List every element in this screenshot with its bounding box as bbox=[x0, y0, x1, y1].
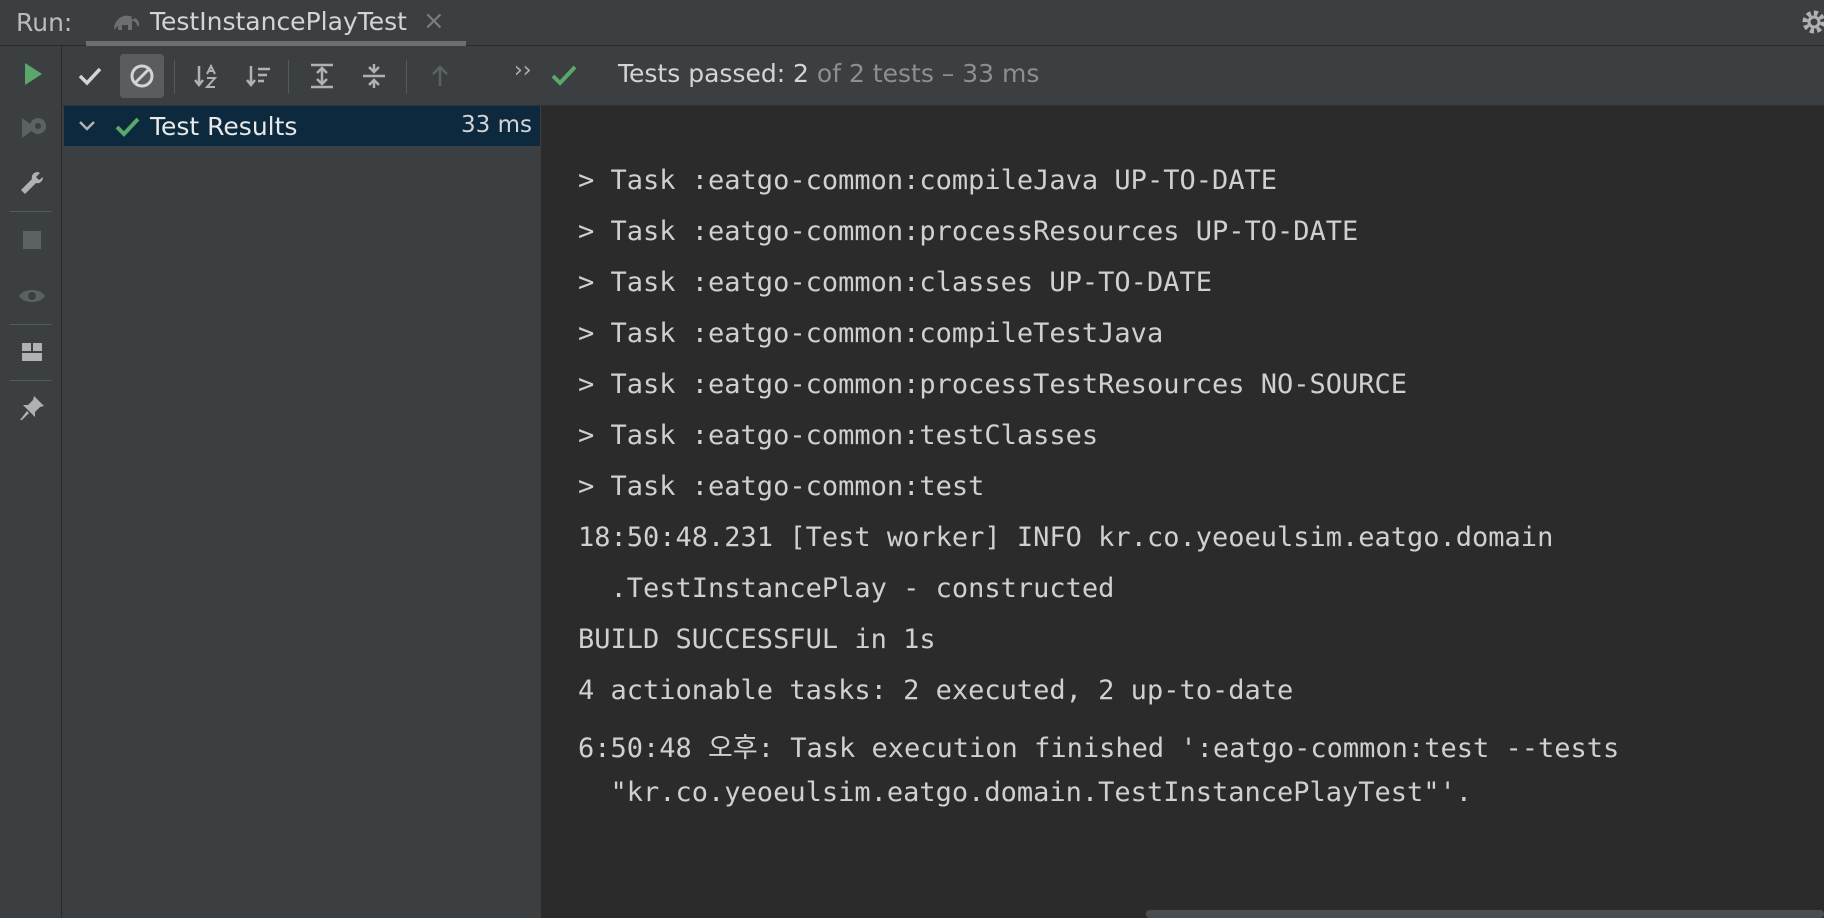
sidebar-separator bbox=[10, 211, 52, 212]
passed-check-icon bbox=[115, 117, 140, 137]
tests-passed-check-icon bbox=[551, 65, 577, 86]
wrench-icon[interactable] bbox=[16, 168, 48, 200]
tree-item-duration: 33 ms bbox=[461, 112, 532, 138]
test-tree-panel bbox=[62, 46, 544, 918]
run-label: Run: bbox=[16, 8, 73, 37]
test-runner-toolbar: ›› Tests passed: 2 of 2 tests – 33 ms bbox=[62, 46, 1824, 106]
run-tab-title: TestInstancePlayTest bbox=[150, 7, 407, 36]
test-status-summary: Tests passed: 2 of 2 tests – 33 ms bbox=[618, 59, 1039, 88]
sort-duration-icon bbox=[246, 66, 270, 88]
console-line: > Task :eatgo-common:processResources UP… bbox=[578, 216, 1359, 247]
console-line: 6:50:48 오후: Task execution finished ':ea… bbox=[578, 733, 1620, 764]
sidebar-separator bbox=[10, 380, 52, 381]
show-ignored-button[interactable] bbox=[120, 54, 164, 98]
console-horizontal-scrollbar[interactable] bbox=[1146, 910, 1824, 918]
console-line: .TestInstancePlay - constructed bbox=[578, 573, 1115, 604]
layout-icon[interactable] bbox=[16, 336, 48, 368]
sidebar-separator bbox=[10, 324, 52, 325]
console-line: > Task :eatgo-common:classes UP-TO-DATE bbox=[578, 267, 1212, 298]
show-passed-button[interactable] bbox=[68, 54, 112, 98]
chevron-down-icon[interactable] bbox=[76, 114, 98, 136]
run-actions-sidebar bbox=[0, 46, 62, 918]
more-actions-icon[interactable]: ›› bbox=[514, 58, 532, 83]
close-tab-icon[interactable]: × bbox=[423, 6, 445, 36]
previous-failed-test-button[interactable] bbox=[418, 54, 462, 98]
arrow-up-icon bbox=[432, 65, 448, 86]
console-line: BUILD SUCCESSFUL in 1s bbox=[578, 624, 936, 655]
toolbar-separator bbox=[288, 60, 289, 94]
expand-all-icon bbox=[311, 63, 333, 89]
collapse-all-button[interactable] bbox=[352, 54, 396, 98]
tests-passed-count: Tests passed: 2 bbox=[618, 59, 809, 88]
toolbar-separator bbox=[406, 60, 407, 94]
tests-total-duration: of 2 tests – 33 ms bbox=[808, 59, 1040, 88]
sort-alpha-icon bbox=[194, 63, 218, 88]
eye-icon[interactable] bbox=[16, 280, 48, 312]
console-line: > Task :eatgo-common:compileTestJava bbox=[578, 318, 1164, 349]
console-line: "kr.co.yeoeulsim.eatgo.domain.TestInstan… bbox=[578, 777, 1473, 808]
console-line: > Task :eatgo-common:compileJava UP-TO-D… bbox=[578, 165, 1277, 196]
console-line: > Task :eatgo-common:testClasses bbox=[578, 420, 1099, 451]
checkmark-icon bbox=[78, 67, 102, 86]
run-tab[interactable]: TestInstancePlayTest × bbox=[86, 0, 466, 46]
gear-icon[interactable] bbox=[1800, 8, 1824, 36]
play-icon[interactable] bbox=[16, 58, 48, 90]
collapse-all-icon bbox=[363, 64, 385, 88]
gradle-elephant-icon bbox=[114, 15, 140, 30]
rerun-failed-icon[interactable] bbox=[16, 112, 48, 144]
console-line: 4 actionable tasks: 2 executed, 2 up-to-… bbox=[578, 675, 1294, 706]
expand-all-button[interactable] bbox=[300, 54, 344, 98]
console-line: > Task :eatgo-common:test bbox=[578, 471, 985, 502]
console-line: > Task :eatgo-common:processTestResource… bbox=[578, 369, 1408, 400]
console-line: 18:50:48.231 [Test worker] INFO kr.co.ye… bbox=[578, 522, 1554, 553]
tree-item-test-results[interactable]: Test Results 33 ms bbox=[64, 106, 540, 146]
console-output[interactable]: > Task :eatgo-common:compileJava UP-TO-D… bbox=[544, 106, 1824, 918]
run-tool-window-header: Run: TestInstancePlayTest × bbox=[0, 0, 1824, 46]
pin-icon[interactable] bbox=[16, 392, 48, 424]
sort-by-duration-button[interactable] bbox=[236, 54, 280, 98]
sort-alphabetically-button[interactable] bbox=[184, 54, 228, 98]
stop-icon[interactable] bbox=[16, 224, 48, 256]
toolbar-separator bbox=[174, 60, 175, 94]
ignored-icon bbox=[130, 64, 154, 88]
tree-item-label: Test Results bbox=[150, 112, 298, 141]
